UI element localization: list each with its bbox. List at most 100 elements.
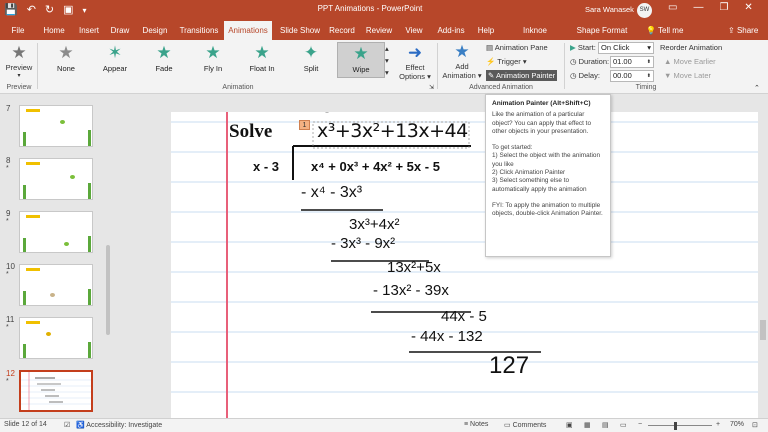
canvas-scrollbar[interactable] <box>758 95 768 418</box>
fit-to-window-icon[interactable]: ⊡ <box>752 421 758 429</box>
quotient-text[interactable]: x³+3x²+13x+44 <box>317 120 468 142</box>
move-later-button[interactable]: ▼ Move Later <box>664 71 711 80</box>
animation-pane-button[interactable]: ▤ Animation Pane <box>486 43 548 52</box>
divider <box>437 43 438 89</box>
ribbon-display-icon[interactable]: ▭ <box>668 2 677 13</box>
avatar[interactable]: SW <box>637 3 652 18</box>
clock-icon: ◷ <box>570 71 577 80</box>
tab-animations[interactable]: Animations <box>224 21 272 40</box>
scrollbar-thumb[interactable] <box>760 320 766 340</box>
slide-thumbnail-12[interactable] <box>19 370 93 412</box>
star-icon: ★ <box>353 44 369 63</box>
arrow-right-icon: ➜ <box>407 43 423 62</box>
animation-gallery: ★ None ✶ Appear ★ Fade ★ Fly In ★ Float In ✦ S… <box>40 42 385 78</box>
gallery-scroll-down[interactable]: ▾ <box>385 56 389 65</box>
maximize-icon[interactable]: ❐ <box>719 2 728 13</box>
tab-add-ins[interactable]: Add-ins <box>434 21 468 40</box>
collapse-ribbon-icon[interactable]: ⌃ <box>754 84 760 92</box>
animation-float-in[interactable]: ★ Float In <box>238 42 286 78</box>
minimize-icon[interactable]: — <box>693 2 703 13</box>
zoom-level[interactable]: 70% <box>730 421 744 428</box>
slide-thumbnail-11[interactable] <box>19 317 93 359</box>
normal-view-icon[interactable]: ▣ <box>566 421 573 429</box>
spellcheck-icon[interactable]: ☑ <box>64 421 70 429</box>
add-star-icon: ★ <box>454 42 470 61</box>
tell-me-search[interactable]: 💡 Tell me <box>646 21 683 40</box>
effect-options-label-2: Options <box>399 72 425 81</box>
zoom-slider-thumb[interactable] <box>674 422 677 430</box>
move-earlier-button[interactable]: ▲ Move Earlier <box>664 57 716 66</box>
slide-number-text: 9 <box>6 209 11 218</box>
start-select[interactable]: On Click ▾ <box>598 42 654 54</box>
slide-thumbnail-8[interactable] <box>19 158 93 200</box>
tab-help[interactable]: Help <box>474 21 498 40</box>
animation-none-label: None <box>57 64 75 73</box>
animation-split[interactable]: ✦ Split <box>287 42 335 78</box>
animation-none[interactable]: ★ None <box>42 42 90 78</box>
tab-design[interactable]: Design <box>140 21 170 40</box>
tab-slide-show[interactable]: Slide Show <box>278 21 322 40</box>
animation-wipe[interactable]: ★ Wipe <box>337 42 385 78</box>
comment-icon: ▭ <box>504 422 511 429</box>
tab-file[interactable]: File <box>6 21 30 40</box>
gallery-scroll-up[interactable]: ▴ <box>385 44 389 53</box>
spinner-icon: ⬍ <box>646 73 651 79</box>
effect-options-button[interactable]: ➜ Effect Options ▾ <box>397 43 433 81</box>
animation-appear[interactable]: ✶ Appear <box>91 42 139 78</box>
tab-record[interactable]: Record <box>328 21 356 40</box>
slide-thumbnail-9[interactable] <box>19 211 93 253</box>
undo-icon[interactable]: ↶ <box>27 3 36 18</box>
accessibility-status[interactable]: ♿ Accessibility: Investigate <box>76 421 162 429</box>
zoom-out-icon[interactable]: − <box>638 421 642 428</box>
slideshow-icon[interactable]: ▭ <box>620 421 627 429</box>
dialog-launcher-icon[interactable]: ⇲ <box>429 84 434 91</box>
slide-sorter-icon[interactable]: ▦ <box>584 421 591 429</box>
zoom-in-icon[interactable]: + <box>716 421 720 428</box>
tab-draw[interactable]: Draw <box>109 21 131 40</box>
slide-thumbnail-10[interactable] <box>19 264 93 306</box>
preview-button[interactable]: ★ Preview ▾ <box>4 43 34 79</box>
tab-inknoe-classpoint[interactable]: Inknoe ClassPoint <box>504 21 566 54</box>
tooltip-step-1: 1) Select the object with the animation … <box>492 152 600 168</box>
tooltip-step-2: 2) Click Animation Painter <box>492 169 566 177</box>
animation-order-tag[interactable]: 1 <box>299 120 310 130</box>
user-name[interactable]: Sara Wanasek <box>585 5 634 14</box>
share-button[interactable]: ⇪ Share <box>728 21 758 40</box>
close-icon[interactable]: ✕ <box>744 2 752 13</box>
customize-qat-icon[interactable]: ▾ <box>83 3 87 18</box>
comments-button[interactable]: ▭ Comments <box>504 421 546 429</box>
tab-shape-format[interactable]: Shape Format <box>576 21 628 40</box>
redo-icon[interactable]: ↻ <box>45 3 54 18</box>
thumb-title <box>26 321 40 324</box>
tab-view[interactable]: View <box>402 21 426 40</box>
tab-home[interactable]: Home <box>40 21 68 40</box>
scrollbar-thumb[interactable] <box>106 245 110 335</box>
animation-fly-in-label: Fly In <box>203 64 223 73</box>
tooltip-step-3: 3) Select something else to automaticall… <box>492 177 587 193</box>
add-animation-label-1: Add <box>455 62 469 71</box>
animation-fly-in[interactable]: ★ Fly In <box>189 42 237 78</box>
add-animation-button[interactable]: ★ Add Animation ▾ <box>442 42 482 80</box>
animation-wipe-label: Wipe <box>352 65 370 74</box>
star-icon: ★ <box>58 43 74 62</box>
tab-insert[interactable]: Insert <box>76 21 102 40</box>
animation-painter-button[interactable]: ✎ Animation Painter <box>486 70 558 81</box>
slide-thumbnail-7[interactable] <box>19 105 93 147</box>
reading-view-icon[interactable]: ▤ <box>602 421 609 429</box>
slide-number-text: 12 <box>6 369 15 378</box>
present-icon[interactable]: ▣ <box>63 3 73 18</box>
save-icon[interactable]: 💾 <box>4 3 18 18</box>
preview-label: Preview <box>5 63 33 72</box>
zoom-slider[interactable] <box>648 425 712 426</box>
animation-fade[interactable]: ★ Fade <box>140 42 188 78</box>
duration-stepper[interactable]: 01.00 ⬍ <box>610 56 654 68</box>
tab-transitions[interactable]: Transitions <box>178 21 220 40</box>
lined-paper-background <box>171 112 761 418</box>
thumbnails-scrollbar[interactable] <box>104 95 112 418</box>
tab-review[interactable]: Review <box>364 21 394 40</box>
trigger-button[interactable]: ⚡ Trigger ▾ <box>486 57 527 66</box>
notes-button[interactable]: ≡ Notes <box>464 421 488 428</box>
delay-stepper[interactable]: 00.00 ⬍ <box>610 70 654 82</box>
current-slide[interactable]: Solve 1 x³+3x²+13x+44 x - 3 x⁴ + 0x³ + 4… <box>171 112 761 418</box>
gallery-more[interactable]: ▾ <box>385 68 389 77</box>
